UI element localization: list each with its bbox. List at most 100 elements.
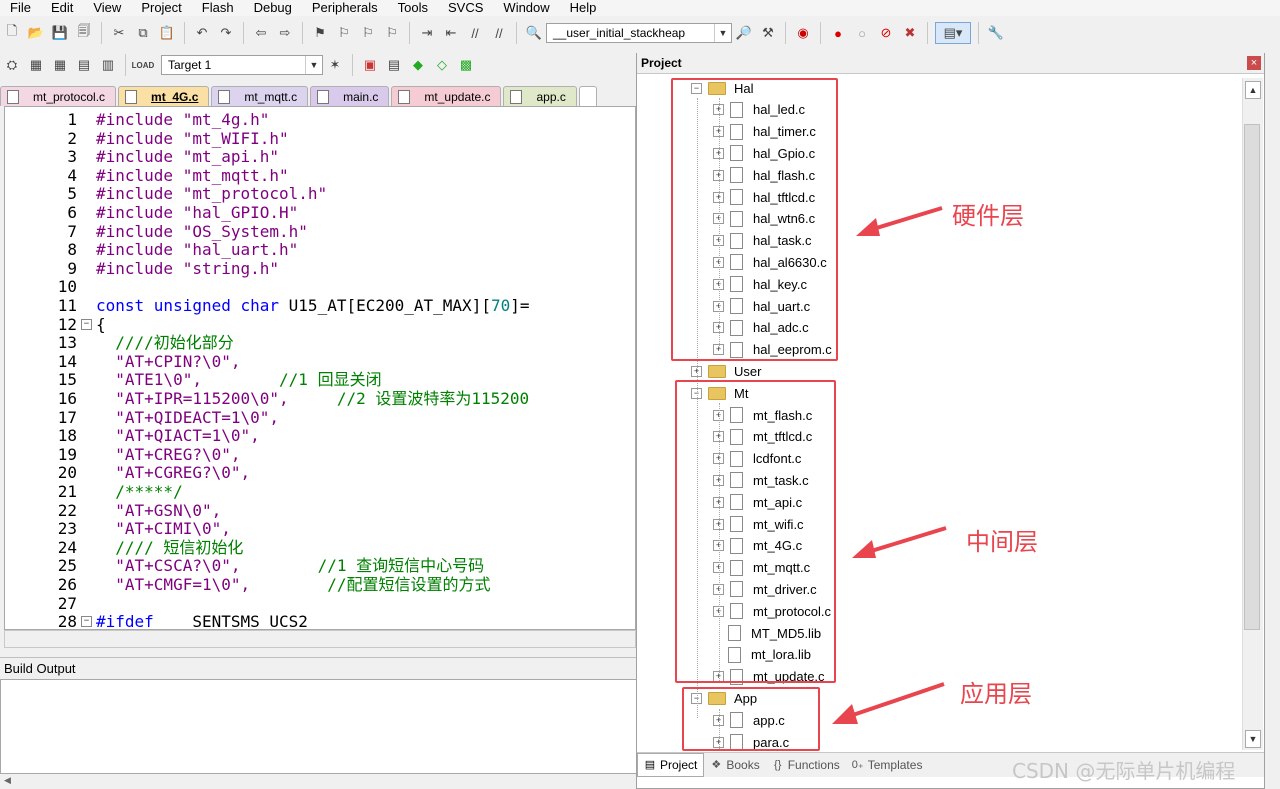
translate-icon[interactable]: ⛭ [2, 55, 22, 75]
tab-mt_mqtt-c[interactable]: mt_mqtt.c [211, 86, 309, 106]
breakpoint-icon[interactable]: ● [828, 23, 848, 43]
prev-bookmark-icon[interactable]: ⚐ [334, 23, 354, 43]
paste-icon[interactable]: 📋 [157, 23, 177, 43]
menu-help[interactable]: Help [560, 0, 607, 16]
editor-horizontal-scrollbar[interactable] [4, 630, 636, 648]
nav-forward-icon[interactable]: ⇨ [275, 23, 295, 43]
menu-project[interactable]: Project [131, 0, 191, 16]
build-output-panel[interactable] [0, 679, 640, 774]
tab-main-c[interactable]: main.c [310, 86, 390, 106]
save-icon[interactable]: 💾 [50, 23, 70, 43]
target-select[interactable]: Target 1 ▼ [161, 55, 323, 75]
toolbar-separator [516, 22, 517, 44]
line-number: 24 [57, 537, 77, 557]
panel-tab-templates[interactable]: 0₊ Templates [846, 754, 929, 776]
scroll-down-icon[interactable]: ▼ [1245, 730, 1261, 748]
rebuild-icon[interactable]: ▦ [50, 55, 70, 75]
tab-app-c[interactable]: app.c [503, 86, 577, 106]
annotation-middle-layer: 中间层 [966, 528, 1038, 556]
stop-build-icon[interactable]: ▥ [98, 55, 118, 75]
annotation-app-layer: 应用层 [960, 680, 1032, 708]
undo-icon[interactable]: ↶ [192, 23, 212, 43]
line-number: 13 [57, 333, 77, 353]
scrollbar-thumb[interactable] [1244, 124, 1260, 630]
code-text: "AT+QIACT=1\0", [96, 426, 260, 445]
close-icon[interactable]: × [1247, 56, 1261, 70]
comment-icon[interactable]: // [465, 23, 485, 43]
menu-file[interactable]: File [0, 0, 41, 16]
save-all-icon[interactable]: 🗐 [74, 23, 94, 43]
find-combo[interactable]: __user_initial_stackheap ▼ [546, 23, 732, 43]
scroll-up-icon[interactable]: ▲ [1245, 81, 1261, 99]
line-number: 3 [67, 147, 77, 167]
copy-icon[interactable]: ⧉ [133, 23, 153, 43]
manage-multi-project-icon[interactable]: ▤ [384, 55, 404, 75]
find-icon[interactable]: 🔎 [734, 23, 754, 43]
line-number: 6 [67, 203, 77, 222]
chevron-down-icon[interactable]: ▼ [714, 24, 731, 42]
clear-bookmarks-icon[interactable]: ⚐ [382, 23, 402, 43]
code-token: #ifdef [96, 612, 154, 630]
build-output-scrollbar[interactable]: ◀ [0, 774, 640, 789]
code-line: 10 [5, 277, 635, 296]
kill-all-breakpoints-icon[interactable]: ✖ [900, 23, 920, 43]
menu-flash[interactable]: Flash [192, 0, 244, 16]
line-number: 16 [57, 389, 77, 408]
uncomment-icon[interactable]: // [489, 23, 509, 43]
menu-edit[interactable]: Edit [41, 0, 83, 16]
mt-group-highlight [675, 380, 836, 683]
panel-tab-functions[interactable]: {} Functions [766, 754, 846, 776]
code-editor[interactable]: 1 #include "mt_4g.h" 2 #include "mt_WIFI.h"… [4, 106, 636, 630]
tab-mt_protocol-c[interactable]: mt_protocol.c [0, 86, 117, 106]
panel-tab-project[interactable]: ▤ Project [637, 753, 705, 777]
redo-icon[interactable]: ↷ [216, 23, 236, 43]
menu-debug[interactable]: Debug [244, 0, 302, 16]
configure-icon[interactable]: 🔧 [986, 23, 1006, 43]
manage-run-time-icon[interactable]: ◆ [408, 55, 428, 75]
load-icon[interactable]: LOAD [132, 55, 155, 75]
open-file-icon[interactable]: 📂 [26, 23, 46, 43]
menu-window[interactable]: Window [493, 0, 559, 16]
debug-session-icon[interactable]: ◉ [793, 23, 813, 43]
tab-mt_update-c[interactable]: mt_update.c [391, 86, 502, 106]
file-icon [510, 89, 523, 104]
line-number: 9 [67, 258, 77, 278]
disable-all-breakpoints-icon[interactable]: ⊘ [876, 23, 896, 43]
menu-view[interactable]: View [83, 0, 131, 16]
panel-tab-books[interactable]: ❖ Books [704, 754, 765, 776]
cut-icon[interactable]: ✂ [109, 23, 129, 43]
new-file-icon[interactable]: 🗋 [2, 23, 22, 43]
tree-group-user[interactable]: + User [691, 361, 761, 381]
menu-tools[interactable]: Tools [388, 0, 438, 16]
target-options-icon[interactable]: ✶ [325, 55, 345, 75]
indent-icon[interactable]: ⇥ [417, 23, 437, 43]
chevron-down-icon[interactable]: ▼ [305, 56, 322, 74]
manage-project-items-icon[interactable]: ▣ [360, 55, 380, 75]
batch-build-icon[interactable]: ▤ [74, 55, 94, 75]
unindent-icon[interactable]: ⇤ [441, 23, 461, 43]
pack-installer-icon[interactable]: ▩ [456, 55, 476, 75]
code-line: 28− #ifdef ___SENTSMS_UCS2 [5, 612, 635, 630]
select-software-packs-icon[interactable]: ◇ [432, 55, 452, 75]
code-line: 4 #include "mt_mqtt.h" [5, 165, 635, 185]
fold-toggle-icon[interactable]: − [81, 318, 92, 330]
find-in-files-icon[interactable]: 🔍 [524, 23, 544, 43]
menu-peripherals[interactable]: Peripherals [302, 0, 388, 16]
nav-back-icon[interactable]: ⇦ [251, 23, 271, 43]
tab-mt_4g-c[interactable]: mt_4G.c [118, 86, 210, 106]
window-layout-icon[interactable]: ▤▾ [935, 22, 971, 44]
line-number: 5 [67, 184, 77, 204]
toolbar-separator [927, 22, 928, 44]
tab-overflow[interactable] [578, 86, 597, 106]
code-token: "AT+IPR=115200\0", [96, 389, 308, 408]
menu-svcs[interactable]: SVCS [438, 0, 493, 16]
disable-breakpoint-icon[interactable]: ○ [852, 23, 872, 43]
scroll-left-icon[interactable]: ◀ [4, 775, 11, 786]
bookmark-icon[interactable]: ⚑ [310, 23, 330, 43]
build-icon[interactable]: ▦ [26, 55, 46, 75]
line-number: 4 [67, 165, 77, 185]
fold-toggle-icon[interactable]: − [81, 616, 92, 628]
next-bookmark-icon[interactable]: ⚐ [358, 23, 378, 43]
incremental-find-icon[interactable]: ⚒ [758, 23, 778, 43]
line-number: 28 [57, 612, 77, 630]
